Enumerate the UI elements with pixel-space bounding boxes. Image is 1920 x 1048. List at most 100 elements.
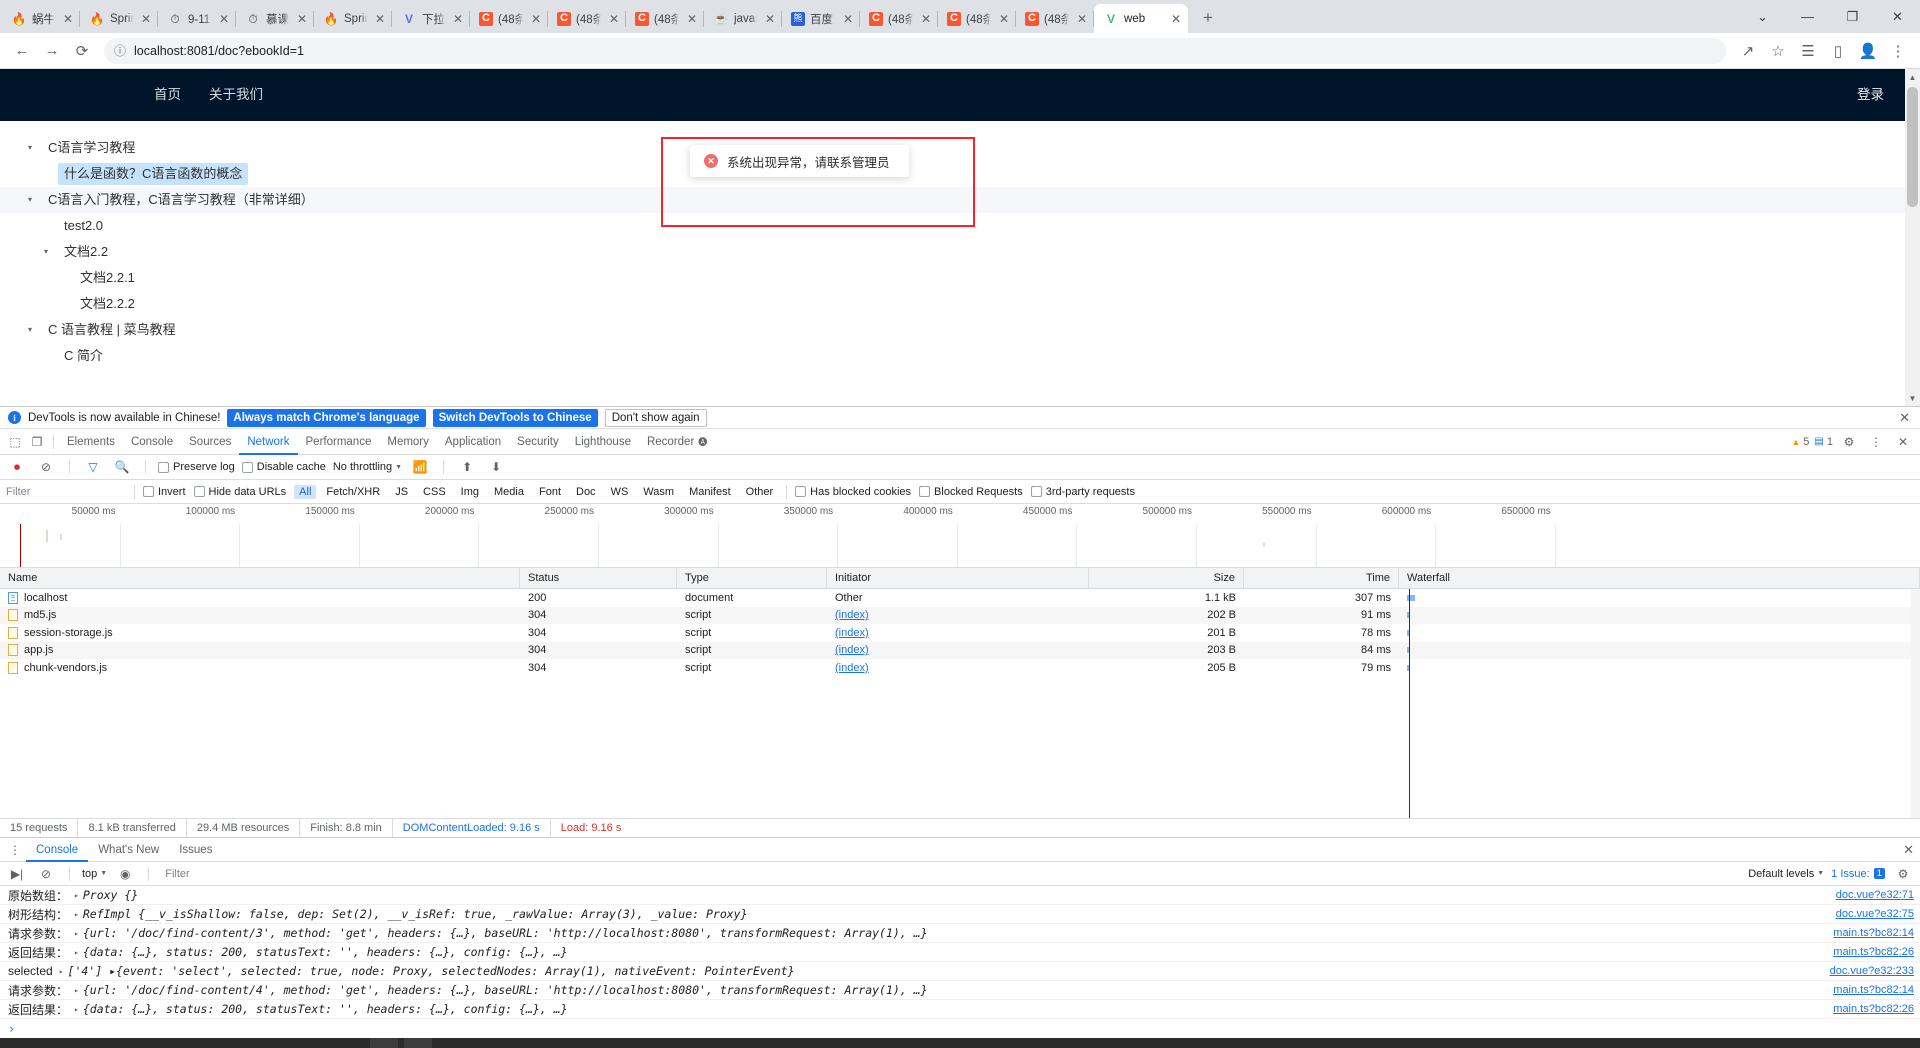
- preserve-log-checkbox[interactable]: Preserve log: [158, 461, 235, 473]
- filter-toggle-icon[interactable]: ▽: [82, 456, 104, 478]
- expand-arrow-icon[interactable]: ▸: [59, 967, 64, 976]
- resource-type-filter-media[interactable]: Media: [489, 485, 529, 499]
- column-header-time[interactable]: Time: [1244, 567, 1399, 589]
- browser-tab-7[interactable]: C (48条消 ✕: [548, 4, 626, 33]
- site-info-icon[interactable]: ⓘ: [114, 42, 126, 59]
- devtools-tab-performance[interactable]: Performance: [298, 429, 380, 455]
- console-source-link[interactable]: doc.vue?e32:233: [1830, 965, 1914, 977]
- nav-link-about[interactable]: 关于我们: [195, 69, 277, 121]
- initiator-link[interactable]: (index): [835, 644, 869, 656]
- forward-icon[interactable]: →: [38, 37, 66, 65]
- tree-node[interactable]: ▾ C 简介: [0, 343, 1920, 369]
- reload-icon[interactable]: ⟳: [68, 37, 96, 65]
- warning-count[interactable]: ▲ 5: [1791, 436, 1809, 448]
- browser-tab-1[interactable]: 🔥 Spring B ✕: [80, 4, 158, 33]
- column-header-waterfall[interactable]: Waterfall: [1399, 567, 1920, 589]
- devtools-tab-console[interactable]: Console: [123, 429, 181, 455]
- tree-node[interactable]: ▾ 文档2.2.1: [0, 265, 1920, 291]
- tree-node[interactable]: ▾ 文档2.2.2: [0, 291, 1920, 317]
- clear-console-icon[interactable]: ⊘: [35, 863, 57, 885]
- request-initiator-cell[interactable]: (index): [827, 609, 1089, 621]
- browser-tab-14[interactable]: Vweb ✕: [1094, 4, 1188, 33]
- resource-type-filter-fetchxhr[interactable]: Fetch/XHR: [321, 485, 385, 499]
- console-message-row[interactable]: 树形结构： ▸ RefImpl {__v_isShallow: false, dep…: [0, 905, 1920, 924]
- console-context-select[interactable]: top ▼: [82, 868, 107, 880]
- reading-list-icon[interactable]: ☰: [1794, 37, 1822, 65]
- console-message-row[interactable]: 请求参数： ▸ {url: '/doc/find-content/4', metho…: [0, 981, 1920, 1000]
- browser-tab-13[interactable]: C (48条消 ✕: [1016, 4, 1094, 33]
- disable-cache-checkbox[interactable]: Disable cache: [241, 461, 326, 473]
- initiator-link[interactable]: (index): [835, 627, 869, 639]
- export-har-icon[interactable]: ⬇: [485, 456, 507, 478]
- close-window-icon[interactable]: ✕: [1875, 0, 1920, 33]
- page-scrollbar[interactable]: ▲ ▼: [1905, 69, 1920, 406]
- always-match-language-button[interactable]: Always match Chrome's language: [227, 408, 426, 427]
- browser-tab-5[interactable]: V 下拉菜单 ✕: [392, 4, 470, 33]
- network-overview-timeline[interactable]: 50000 ms 100000 ms 150000 ms 200000 ms 25000…: [0, 504, 1920, 568]
- request-initiator-cell[interactable]: (index): [827, 627, 1089, 639]
- bookmark-star-icon[interactable]: ☆: [1764, 37, 1792, 65]
- drawer-more-icon[interactable]: ⋮: [4, 839, 26, 861]
- tab-close-icon[interactable]: ✕: [60, 11, 76, 27]
- console-message-row[interactable]: 请求参数： ▸ {url: '/doc/find-content/3', metho…: [0, 924, 1920, 943]
- login-link[interactable]: 登录: [1857, 69, 1884, 121]
- devtools-more-icon[interactable]: ⋮: [1865, 431, 1887, 453]
- request-initiator-cell[interactable]: (index): [827, 644, 1089, 656]
- tab-close-icon[interactable]: ✕: [606, 11, 622, 27]
- column-header-size[interactable]: Size: [1089, 567, 1244, 589]
- column-header-type[interactable]: Type: [677, 567, 827, 589]
- console-message-row[interactable]: 原始数组： ▸ Proxy {} doc.vue?e32:71: [0, 886, 1920, 905]
- tab-close-icon[interactable]: ✕: [216, 11, 232, 27]
- initiator-link[interactable]: (index): [835, 662, 869, 674]
- tab-close-icon[interactable]: ✕: [684, 11, 700, 27]
- invert-checkbox[interactable]: Invert: [143, 486, 186, 498]
- tree-expand-caret-icon[interactable]: ▾: [18, 196, 42, 204]
- console-message-row[interactable]: 返回结果： ▸ {data: {…}, status: 200, statusTex…: [0, 943, 1920, 962]
- expand-arrow-icon[interactable]: ▸: [74, 948, 79, 957]
- inspect-element-icon[interactable]: ⬚: [4, 431, 26, 453]
- live-expression-icon[interactable]: ◉: [114, 863, 136, 885]
- switch-to-chinese-button[interactable]: Switch DevTools to Chinese: [432, 408, 598, 427]
- tab-close-icon[interactable]: ✕: [1168, 11, 1184, 27]
- devtools-tab-lighthouse[interactable]: Lighthouse: [567, 429, 639, 455]
- address-bar[interactable]: ⓘ localhost:8081/doc?ebookId=1: [104, 37, 1726, 64]
- message-count[interactable]: ▤ 1: [1814, 436, 1833, 448]
- console-message-row[interactable]: selected ▸ ['4'] ▸{event: 'select', select…: [0, 962, 1920, 981]
- column-header-name[interactable]: Name: [0, 567, 520, 589]
- drawer-close-icon[interactable]: ✕: [1903, 842, 1920, 858]
- browser-tab-4[interactable]: 🔥 Spring B ✕: [314, 4, 392, 33]
- resource-type-filter-doc[interactable]: Doc: [571, 485, 601, 499]
- console-sidebar-icon[interactable]: ▶|: [6, 863, 28, 885]
- hide-data-urls-checkbox[interactable]: Hide data URLs: [193, 486, 286, 498]
- record-network-icon[interactable]: ⏺: [6, 456, 28, 478]
- tab-close-icon[interactable]: ✕: [450, 11, 466, 27]
- console-source-link[interactable]: main.ts?bc82:26: [1833, 1003, 1914, 1015]
- minimize-icon[interactable]: —: [1785, 0, 1830, 33]
- tab-search-icon[interactable]: ⌄: [1740, 0, 1785, 33]
- resource-type-filter-manifest[interactable]: Manifest: [684, 485, 736, 499]
- side-panel-icon[interactable]: ▯: [1824, 37, 1852, 65]
- resource-type-filter-all[interactable]: All: [294, 484, 317, 499]
- browser-tab-6[interactable]: C (48条消 ✕: [470, 4, 548, 33]
- request-initiator-cell[interactable]: (index): [827, 662, 1089, 674]
- console-input-prompt[interactable]: ›: [0, 1019, 1920, 1038]
- third-party-requests-checkbox[interactable]: 3rd-party requests: [1030, 486, 1135, 498]
- expand-arrow-icon[interactable]: ▸: [74, 910, 79, 919]
- browser-tab-3[interactable]: ⏱ 慕课网G ✕: [236, 4, 314, 33]
- devtools-tab-memory[interactable]: Memory: [379, 429, 437, 455]
- browser-tab-12[interactable]: C (48条消 ✕: [938, 4, 1016, 33]
- browser-tab-10[interactable]: 熊百度资讯 ✕: [782, 4, 860, 33]
- dont-show-again-button[interactable]: Don't show again: [604, 408, 707, 427]
- drawer-tab-console[interactable]: Console: [26, 838, 88, 862]
- clear-network-icon[interactable]: ⊘: [35, 456, 57, 478]
- console-filter-input[interactable]: Filter: [161, 868, 1741, 880]
- profile-avatar-icon[interactable]: 👤: [1854, 37, 1882, 65]
- column-header-status[interactable]: Status: [520, 567, 677, 589]
- devtools-tab-elements[interactable]: Elements: [59, 429, 123, 455]
- tab-close-icon[interactable]: ✕: [294, 11, 310, 27]
- browser-tab-8[interactable]: C (48条消 ✕: [626, 4, 704, 33]
- console-levels-select[interactable]: Default levels ▼: [1748, 868, 1824, 880]
- has-blocked-cookies-checkbox[interactable]: Has blocked cookies: [795, 486, 911, 498]
- tree-node[interactable]: ▾ 文档2.2: [0, 239, 1920, 265]
- import-har-icon[interactable]: ⬆: [456, 456, 478, 478]
